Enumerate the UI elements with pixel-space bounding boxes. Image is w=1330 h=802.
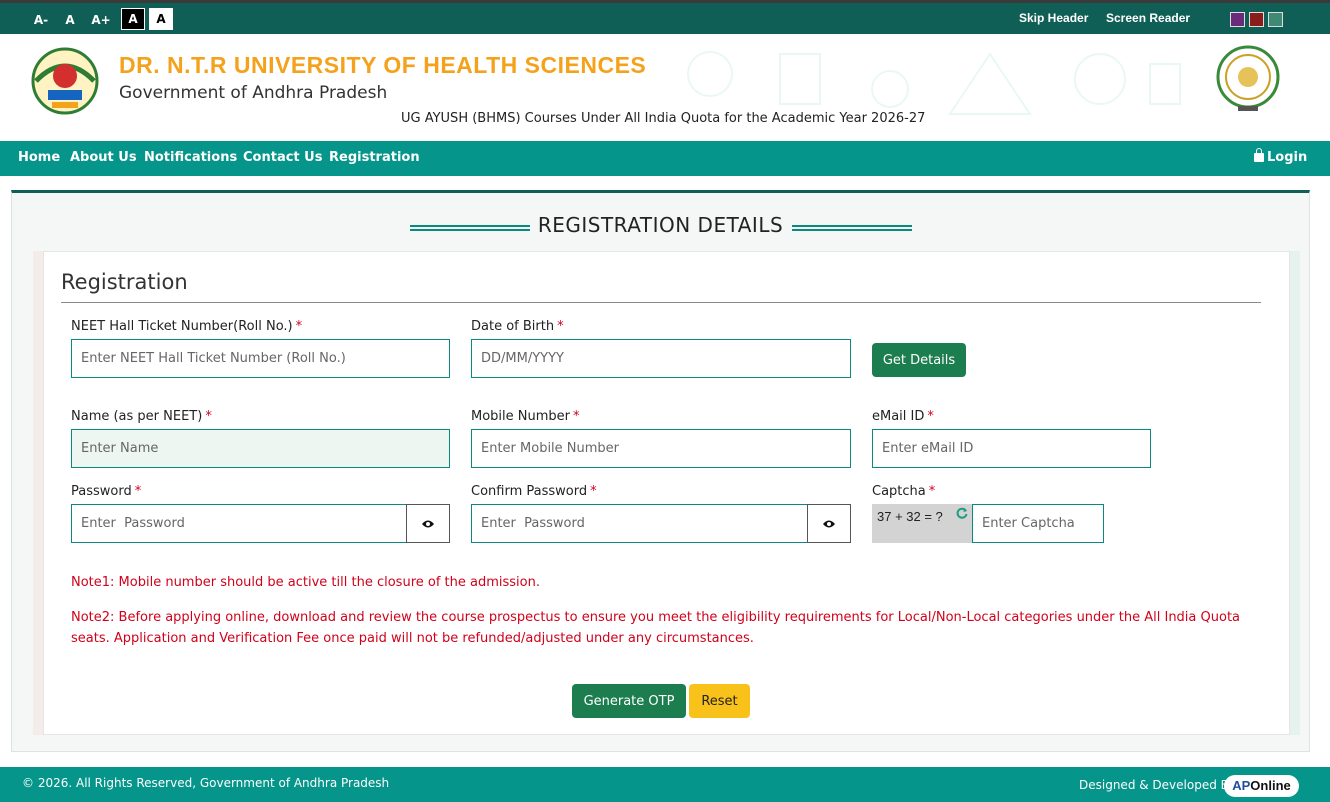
ap-state-emblem-icon xyxy=(1216,45,1280,111)
course-subtitle: UG AYUSH (BHMS) Courses Under All India … xyxy=(401,111,926,126)
dob-label-text: Date of Birth xyxy=(471,319,555,334)
nav-home[interactable]: Home xyxy=(18,150,60,165)
captcha-question: 37 + 32 = ? xyxy=(877,509,943,524)
heading-divider-right xyxy=(792,225,912,231)
site-header: DR. N.T.R UNIVERSITY OF HEALTH SCIENCES … xyxy=(0,34,1330,141)
nav-notifications[interactable]: Notifications xyxy=(144,150,237,165)
designed-by-text: Designed & Developed By xyxy=(1079,778,1236,792)
registration-form: Registration NEET Hall Ticket Number(Rol… xyxy=(43,251,1290,735)
nav-registration[interactable]: Registration xyxy=(329,150,420,165)
note-1: Note1: Mobile number should be active ti… xyxy=(71,575,540,590)
email-label-text: eMail ID xyxy=(872,409,925,424)
captcha-input[interactable] xyxy=(972,504,1104,543)
section-heading: REGISTRATION DETAILS xyxy=(537,213,784,237)
generate-otp-button[interactable]: Generate OTP xyxy=(572,684,686,718)
screen-reader-link[interactable]: Screen Reader xyxy=(1106,11,1190,25)
required-mark: * xyxy=(590,484,597,499)
show-password-button[interactable] xyxy=(406,504,450,543)
confirm-password-label-text: Confirm Password xyxy=(471,484,588,499)
aponline-logo-ap: AP xyxy=(1232,778,1251,793)
font-normal-button[interactable]: A xyxy=(62,10,78,30)
reset-button[interactable]: Reset xyxy=(689,684,750,718)
nav-about-us[interactable]: About Us xyxy=(70,150,137,165)
neet-roll-input[interactable] xyxy=(71,339,450,378)
name-input[interactable] xyxy=(71,429,450,468)
login-label: Login xyxy=(1267,150,1308,165)
lock-icon xyxy=(1254,148,1264,162)
required-mark: * xyxy=(927,409,934,424)
contrast-light-button[interactable]: A xyxy=(149,8,173,30)
refresh-captcha-icon[interactable] xyxy=(956,507,968,519)
aponline-logo-online: Online xyxy=(1250,778,1291,793)
captcha-label: Captcha * xyxy=(872,484,935,499)
contrast-dark-button[interactable]: A xyxy=(121,8,145,30)
theme-green-swatch[interactable] xyxy=(1268,12,1283,27)
font-increase-button[interactable]: A+ xyxy=(90,10,112,30)
show-confirm-password-button[interactable] xyxy=(807,504,851,543)
required-mark: * xyxy=(573,409,580,424)
dob-input[interactable] xyxy=(471,339,851,378)
aponline-logo[interactable]: APOnline xyxy=(1224,775,1299,797)
mobile-input[interactable] xyxy=(471,429,851,468)
theme-maroon-swatch[interactable] xyxy=(1249,12,1264,27)
required-mark: * xyxy=(928,484,936,499)
neet-label: NEET Hall Ticket Number(Roll No.) * xyxy=(71,319,302,334)
copyright-text: © 2026. All Rights Reserved, Government … xyxy=(22,776,390,790)
get-details-button[interactable]: Get Details xyxy=(872,343,966,377)
required-mark: * xyxy=(205,409,212,424)
site-footer: © 2026. All Rights Reserved, Government … xyxy=(0,767,1330,802)
neet-label-text: NEET Hall Ticket Number(Roll No.) xyxy=(71,319,293,334)
captcha-challenge: 37 + 32 = ? xyxy=(872,504,972,543)
mobile-label-text: Mobile Number xyxy=(471,409,570,424)
confirm-password-input[interactable] xyxy=(471,504,808,543)
note-2: Note2: Before applying online, download … xyxy=(71,610,1241,646)
government-subtitle: Government of Andhra Pradesh xyxy=(119,83,388,103)
font-decrease-button[interactable]: A- xyxy=(30,10,52,30)
name-label-text: Name (as per NEET) xyxy=(71,409,203,424)
accessibility-bar: A- A A+ A A Skip Header Screen Reader xyxy=(0,0,1330,34)
required-mark: * xyxy=(557,319,564,334)
card-decoration-left xyxy=(33,251,43,735)
dob-label: Date of Birth * xyxy=(471,319,564,334)
eye-icon xyxy=(422,520,434,528)
nav-contact-us[interactable]: Contact Us xyxy=(243,150,322,165)
password-label: Password * xyxy=(71,484,141,499)
confirm-password-label: Confirm Password * xyxy=(471,484,597,499)
form-title-divider xyxy=(61,302,1261,303)
email-label: eMail ID * xyxy=(872,409,934,424)
name-label: Name (as per NEET) * xyxy=(71,409,212,424)
university-title: DR. N.T.R UNIVERSITY OF HEALTH SCIENCES xyxy=(119,52,647,78)
university-emblem-icon xyxy=(31,47,99,115)
login-link[interactable]: Login xyxy=(1254,148,1308,165)
captcha-label-text: Captcha xyxy=(872,484,926,499)
form-title: Registration xyxy=(61,270,188,294)
registration-panel: REGISTRATION DETAILS Registration NEET H… xyxy=(11,190,1310,752)
mobile-label: Mobile Number * xyxy=(471,409,580,424)
skip-header-link[interactable]: Skip Header xyxy=(1019,11,1088,25)
card-decoration-right xyxy=(1290,251,1300,735)
password-label-text: Password xyxy=(71,484,132,499)
required-mark: * xyxy=(295,319,303,334)
eye-icon xyxy=(823,520,835,528)
required-mark: * xyxy=(134,484,142,499)
main-navigation: Home About Us Notifications Contact Us R… xyxy=(0,141,1330,176)
theme-purple-swatch[interactable] xyxy=(1230,12,1245,27)
email-input[interactable] xyxy=(872,429,1151,468)
password-input[interactable] xyxy=(71,504,407,543)
